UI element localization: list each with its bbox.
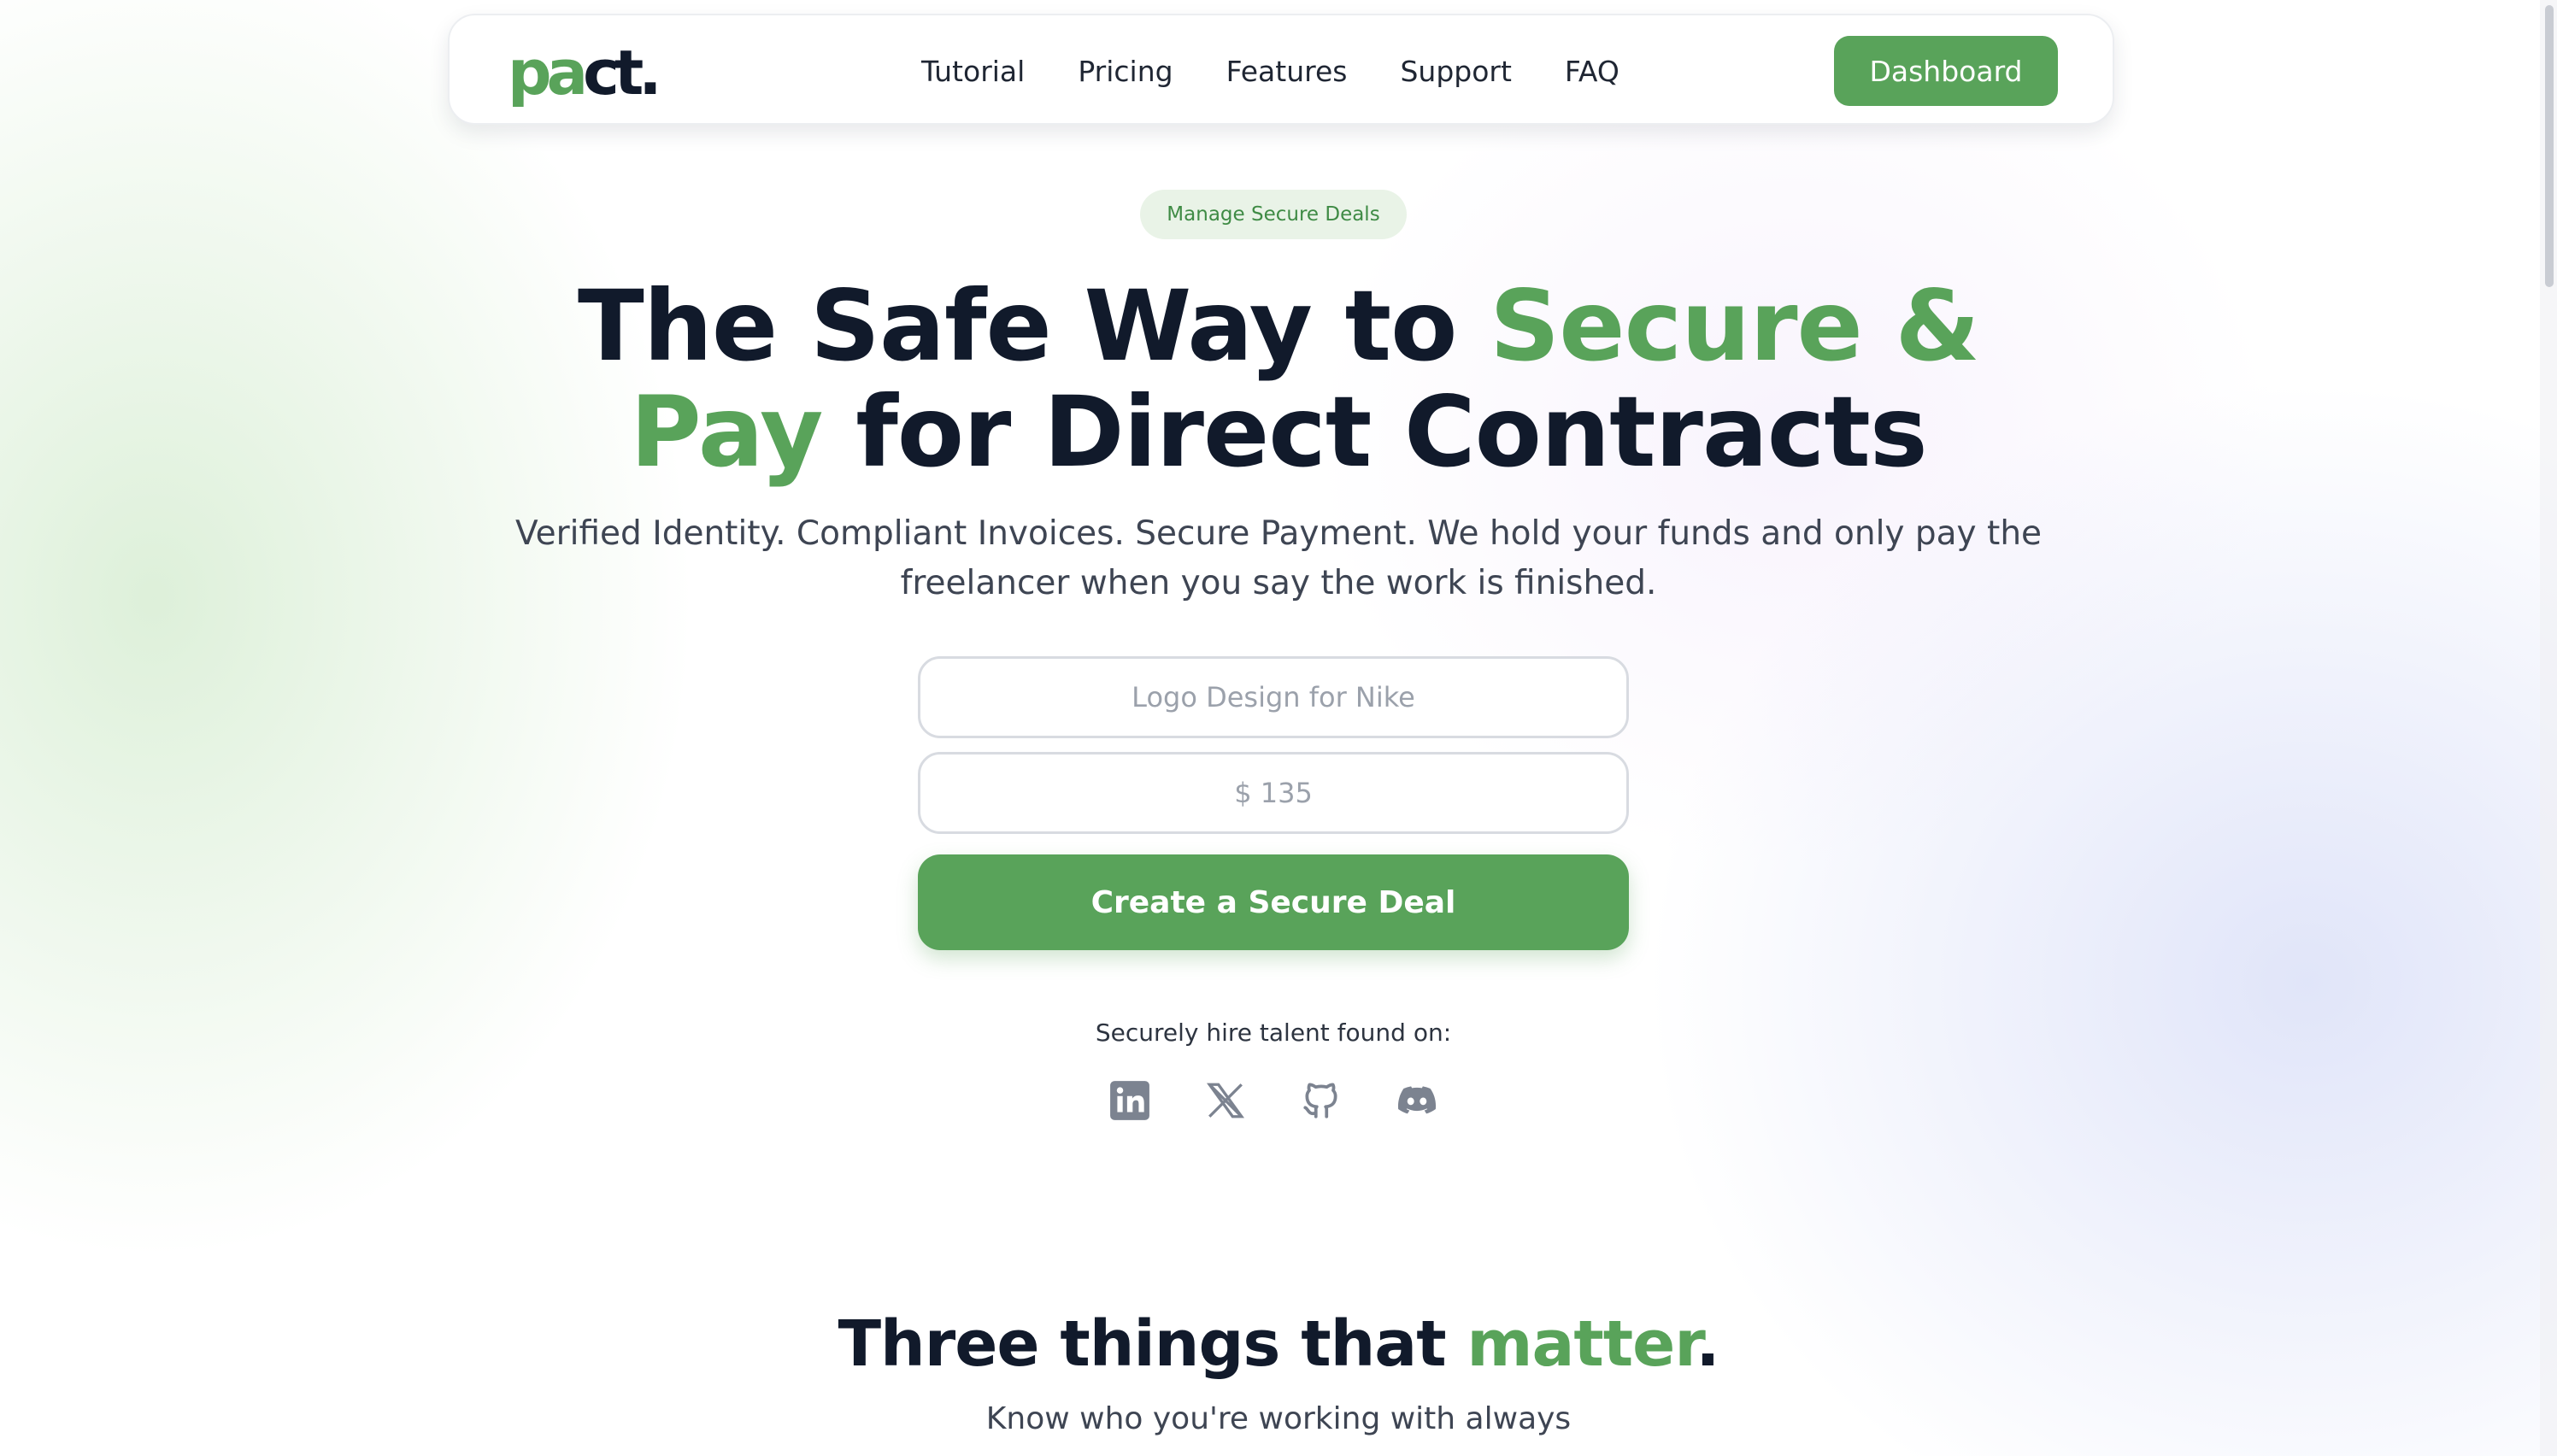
section-title-end: .	[1696, 1307, 1719, 1381]
dashboard-button[interactable]: Dashboard	[1834, 36, 2058, 106]
hero-subheadline: Verified Identity. Compliant Invoices. S…	[514, 514, 2043, 602]
logo-text-part2: c	[583, 37, 620, 109]
headline-line2-green: Pay	[630, 375, 823, 489]
headline-line2-dark: for Direct Contracts	[822, 375, 1928, 489]
top-navbar: pa c t. Tutorial Pricing Features Support …	[448, 14, 2114, 125]
deal-price-input[interactable]	[918, 752, 1629, 834]
hero-badge: Manage Secure Deals	[1140, 190, 1407, 239]
section-title: Three things that matter.	[680, 1307, 1877, 1381]
page-scrollbar[interactable]	[2540, 0, 2557, 1456]
scrollbar-thumb[interactable]	[2545, 5, 2554, 287]
headline-line1-green: Secure &	[1490, 269, 1980, 383]
github-icon[interactable]	[1299, 1078, 1343, 1123]
logo-text-part3: t.	[614, 37, 662, 109]
x-icon[interactable]	[1203, 1078, 1248, 1123]
nav-link-tutorial[interactable]: Tutorial	[921, 55, 1025, 88]
hire-label: Securely hire talent found on:	[1095, 1019, 1452, 1047]
linkedin-icon[interactable]	[1108, 1078, 1152, 1123]
nav-link-faq[interactable]: FAQ	[1565, 55, 1619, 88]
nav-link-support[interactable]: Support	[1400, 55, 1511, 88]
headline-line1-dark: The Safe Way to	[578, 269, 1490, 383]
section-subtitle: Know who you're working with always	[985, 1401, 1572, 1436]
section-title-dark: Three things that	[838, 1307, 1467, 1381]
hero-headline: The Safe Way to Secure & Pay for Direct …	[424, 273, 2133, 485]
nav-links: Tutorial Pricing Features Support FAQ	[921, 15, 1619, 126]
nav-link-pricing[interactable]: Pricing	[1078, 55, 1173, 88]
page: pa c t. Tutorial Pricing Features Support …	[0, 0, 2557, 1456]
nav-link-features[interactable]: Features	[1226, 55, 1348, 88]
section-title-green: matter	[1467, 1307, 1696, 1381]
discord-icon[interactable]	[1395, 1078, 1439, 1123]
pact-logo[interactable]: pa c t.	[508, 34, 662, 111]
create-secure-deal-button[interactable]: Create a Secure Deal	[918, 854, 1629, 950]
deal-title-input[interactable]	[918, 656, 1629, 738]
social-icons-row	[1102, 1075, 1444, 1126]
logo-text-part1: pa	[508, 37, 588, 109]
